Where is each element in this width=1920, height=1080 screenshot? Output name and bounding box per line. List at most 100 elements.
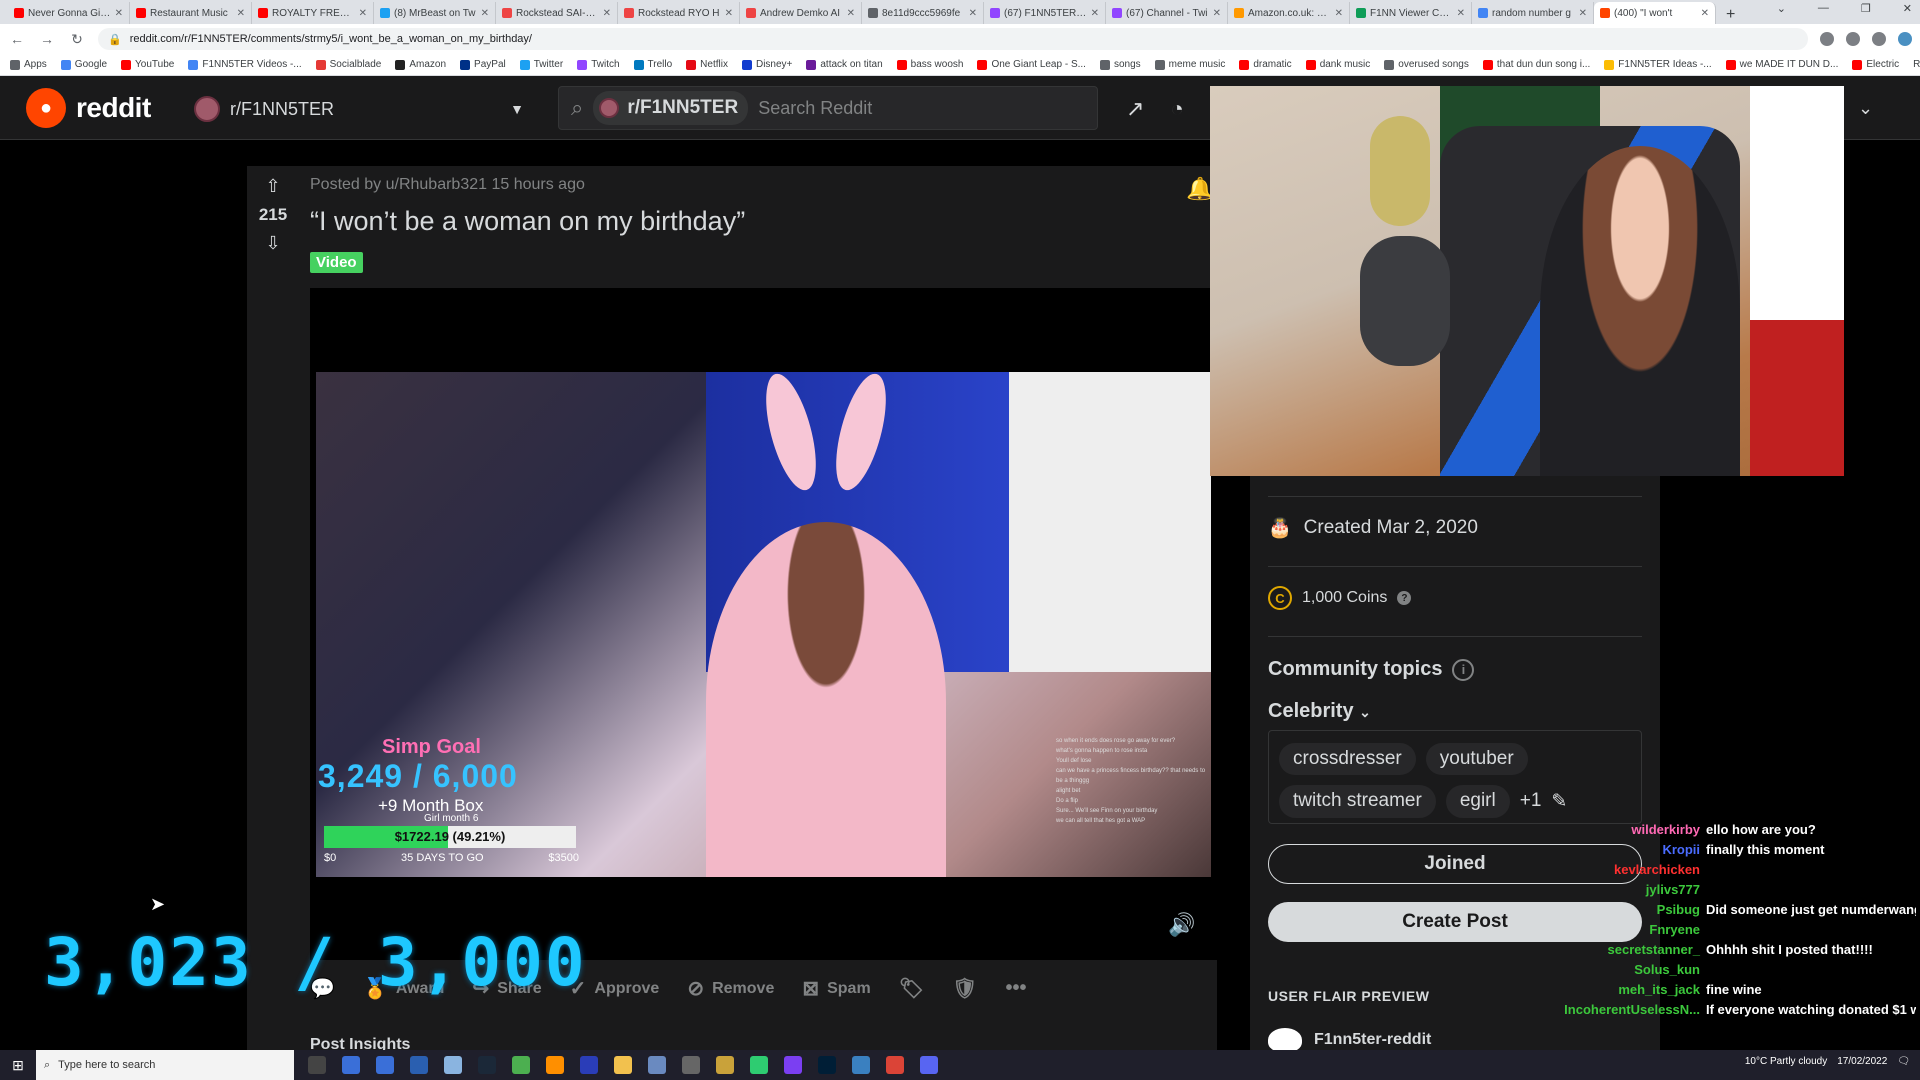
info-icon[interactable]: i [1452,658,1475,681]
topic-chip[interactable]: egirl [1445,785,1510,818]
browser-tab[interactable]: random number g ✕ [1472,2,1594,24]
search-input[interactable]: Search Reddit [758,98,872,119]
app-icon[interactable] [444,1056,462,1074]
close-tab-icon[interactable]: ✕ [115,8,123,19]
bookmark-item[interactable]: Amazon [395,59,446,70]
reload-icon[interactable]: ↻ [68,31,86,48]
close-tab-icon[interactable]: ✕ [1091,8,1099,19]
bookmark-item[interactable]: meme music [1154,59,1225,70]
edit-pencil-icon[interactable]: ✎ [1551,790,1567,813]
bookmark-item[interactable]: dramatic [1239,59,1292,70]
profile-avatar-icon[interactable] [1898,32,1912,46]
browser-tab[interactable]: Rockstead SAI-T-2 ✕ [496,2,618,24]
browser-tab[interactable]: 8e11d9ccc5969fe ✕ [862,2,984,24]
close-tab-icon[interactable]: ✕ [1457,8,1465,19]
close-tab-icon[interactable]: ✕ [725,8,733,19]
close-tab-icon[interactable]: ✕ [603,8,611,19]
app-icon[interactable] [784,1056,802,1074]
taskbar-search[interactable]: ⌕ Type here to search [36,1050,294,1080]
notifications-icon[interactable]: 🗨 [1897,1056,1910,1067]
forward-icon[interactable]: → [38,31,56,47]
restore-icon[interactable]: ❐ [1861,2,1871,15]
shield-button[interactable]: 🛡 [952,976,977,1001]
browser-tab[interactable]: (8) MrBeast on Tw ✕ [374,2,496,24]
tab-search-icon[interactable]: ⌄ [1777,2,1786,15]
browser-tab[interactable]: F1NN Viewer Conf ✕ [1350,2,1472,24]
more-topics[interactable]: +1 ✎ [1520,785,1568,818]
bookmark-item[interactable]: attack on titan [806,59,883,70]
extension-icon[interactable] [1872,32,1886,46]
help-icon[interactable]: ? [1397,591,1412,605]
reddit-logo[interactable]: ● reddit [26,88,151,128]
bookmark-item[interactable]: YouTube [121,59,174,70]
bookmark-item[interactable]: One Giant Leap - S... [977,59,1086,70]
steam-icon[interactable] [478,1056,496,1074]
bookmark-item[interactable]: overused songs [1384,59,1469,70]
app-icon[interactable] [546,1056,564,1074]
bookmark-item[interactable]: Twitter [519,59,563,70]
bookmark-item[interactable]: Electric [1852,59,1899,70]
close-window-icon[interactable]: ✕ [1903,2,1912,15]
app-icon[interactable] [376,1056,394,1074]
user-menu-chevron-icon[interactable]: ⌄ [1858,98,1873,119]
upvote-icon[interactable]: ⇧ [265,176,280,197]
url-field[interactable]: 🔒 reddit.com/r/F1NN5TER/comments/strmy5/… [98,28,1808,50]
minimize-icon[interactable]: — [1818,2,1829,15]
bookmark-item[interactable]: F1NN5TER Videos -... [188,59,302,70]
app-icon[interactable] [716,1056,734,1074]
app-icon[interactable] [648,1056,666,1074]
bookmark-item[interactable]: dank music [1305,59,1370,70]
bookmark-item[interactable]: Trello [633,59,672,70]
post-flair[interactable]: Video [310,252,363,273]
browser-tab[interactable]: Andrew Demko AI ✕ [740,2,862,24]
close-tab-icon[interactable]: ✕ [1335,8,1343,19]
close-tab-icon[interactable]: ✕ [237,8,245,19]
stats-icon[interactable]: ◔ [1170,96,1183,122]
bookmark-item[interactable]: Socialblade [315,59,381,70]
topic-chip[interactable]: youtuber [1425,743,1528,775]
browser-tab[interactable]: Restaurant Music ✕ [130,2,252,24]
browser-tab[interactable]: Rockstead RYO H ✕ [618,2,740,24]
app-icon[interactable] [750,1056,768,1074]
bookmark-item[interactable]: Google [60,59,107,70]
community-selector[interactable]: r/F1NN5TER ▼ [194,94,524,124]
volume-icon[interactable]: 🔊 [1168,912,1195,938]
close-tab-icon[interactable]: ✕ [1701,8,1709,19]
back-icon[interactable]: ← [8,31,26,47]
spam-button[interactable]: ⊠ Spam [802,976,870,1001]
topic-category-select[interactable]: Celebrity ⌄ [1268,700,1371,723]
extension-icon[interactable] [1846,32,1860,46]
file-explorer-icon[interactable] [614,1056,632,1074]
browser-tab[interactable]: Never Gonna Give ✕ [8,2,130,24]
chrome-icon[interactable] [886,1056,904,1074]
browser-tab[interactable]: (67) Channel - Twi ✕ [1106,2,1228,24]
search-community-pill[interactable]: r/F1NN5TER [593,91,749,125]
reading-list-button[interactable]: Reading list [1913,59,1920,70]
remove-button[interactable]: ⊘ Remove [687,976,774,1001]
topic-chip[interactable]: crossdresser [1279,743,1416,775]
new-tab-button[interactable]: + [1716,6,1745,24]
bookmark-item[interactable]: that dun dun song i... [1482,59,1590,70]
bookmark-item[interactable]: bass woosh [896,59,963,70]
bookmark-item[interactable]: Twitch [577,59,620,70]
browser-tab[interactable]: (400) "I won't ✕ [1594,2,1716,24]
close-tab-icon[interactable]: ✕ [847,8,855,19]
bookmark-item[interactable]: PayPal [460,59,506,70]
close-tab-icon[interactable]: ✕ [969,8,977,19]
browser-tab[interactable]: Amazon.co.uk: Lov ✕ [1228,2,1350,24]
close-tab-icon[interactable]: ✕ [481,8,489,19]
app-icon[interactable] [682,1056,700,1074]
task-view-icon[interactable] [308,1056,326,1074]
bookmark-item[interactable]: F1NN5TER Ideas -... [1604,59,1712,70]
app-icon[interactable] [342,1056,360,1074]
close-tab-icon[interactable]: ✕ [359,8,367,19]
bookmark-item[interactable]: Netflix [686,59,728,70]
photoshop-icon[interactable] [818,1056,836,1074]
search-bar[interactable]: ⌕ r/F1NN5TER Search Reddit [558,86,1098,130]
bookmark-item[interactable]: Disney+ [741,59,792,70]
browser-tab[interactable]: (67) F1NN5TER's S ✕ [984,2,1106,24]
tag-button[interactable]: 🏷 [899,976,924,1001]
popular-icon[interactable]: ↗ [1126,96,1144,122]
discord-icon[interactable] [920,1056,938,1074]
app-icon[interactable] [852,1056,870,1074]
